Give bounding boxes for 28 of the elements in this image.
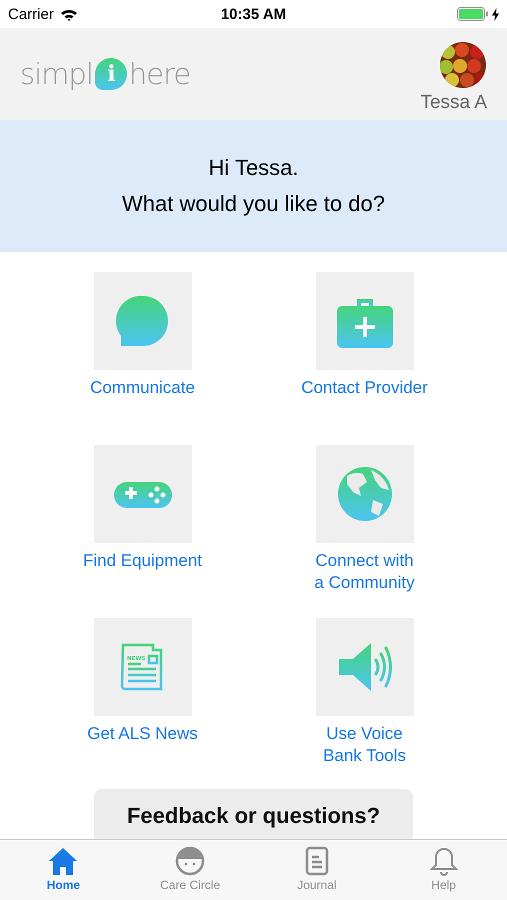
battery-icon <box>457 7 489 21</box>
tab-item[interactable]: Help <box>394 840 494 900</box>
tab-item[interactable]: Journal <box>266 840 367 900</box>
action-link[interactable]: Get ALS News <box>87 723 198 767</box>
bell-icon <box>428 846 459 876</box>
action-tile[interactable] <box>316 618 414 716</box>
tab-item[interactable]: Care Circle <box>140 840 240 900</box>
feedback-card[interactable]: Feedback or questions? <box>94 789 413 839</box>
user-name[interactable]: Tessa A <box>420 92 487 114</box>
carrier-label: Carrier <box>8 6 54 22</box>
feedback-title: Feedback or questions? <box>126 803 380 830</box>
action-tile[interactable] <box>94 272 192 370</box>
action-tile[interactable] <box>94 445 192 543</box>
app-logo: simpl i here <box>20 57 190 91</box>
greeting-text: Hi Tessa. <box>208 155 299 181</box>
status-time: 10:35 AM <box>220 6 286 22</box>
action-tile[interactable] <box>316 272 414 370</box>
action-link[interactable]: Communicate <box>90 377 195 421</box>
action-link[interactable]: Connect with a Community <box>314 550 415 594</box>
prompt-text: What would you like to do? <box>122 191 385 217</box>
action-link[interactable]: Find Equipment <box>82 550 202 594</box>
action-link[interactable]: Use Voice Bank Tools <box>323 723 406 767</box>
action-tile[interactable] <box>316 445 414 543</box>
face-icon <box>175 846 206 876</box>
action-link[interactable]: Contact Provider <box>301 377 428 421</box>
wifi-icon <box>60 8 78 20</box>
tab-item[interactable]: Home <box>13 840 114 900</box>
home-icon <box>48 846 78 876</box>
